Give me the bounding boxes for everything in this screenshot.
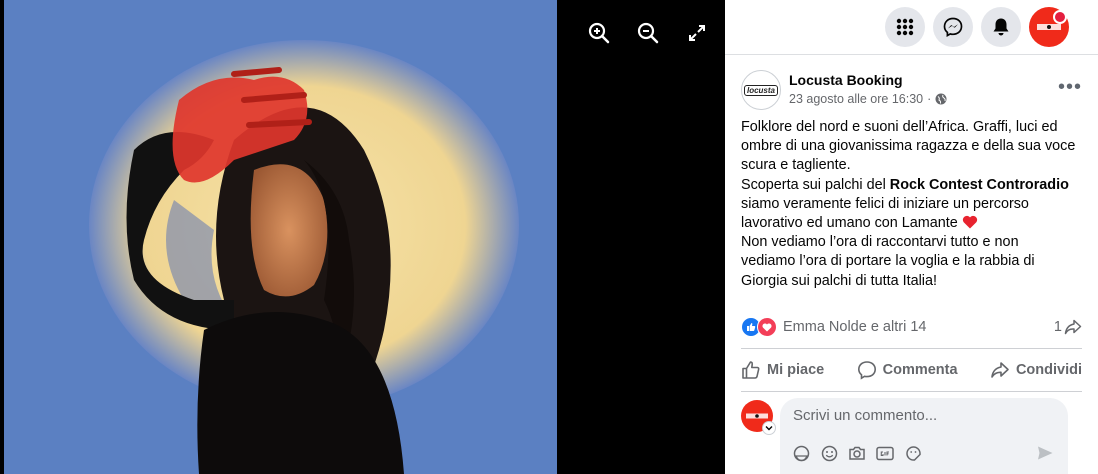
red-heart-emoji-icon xyxy=(962,215,977,229)
share-button[interactable]: Condividi xyxy=(990,360,1082,380)
share-count-value: 1 xyxy=(1053,319,1062,335)
fullscreen-icon[interactable] xyxy=(684,20,710,46)
comment-composer xyxy=(780,398,1068,474)
send-icon[interactable] xyxy=(1036,445,1054,466)
comment-bubble-icon xyxy=(857,361,876,380)
reaction-names[interactable]: Emma Nolde e altri 14 xyxy=(783,319,926,335)
top-bar xyxy=(725,0,1098,55)
page-avatar[interactable]: locusta xyxy=(741,70,781,110)
reactions-bar: Emma Nolde e altri 14 1 xyxy=(741,316,1082,338)
gif-icon[interactable] xyxy=(876,444,894,462)
post-meta: 23 agosto alle ore 16:30 · xyxy=(789,92,947,106)
zoom-out-icon[interactable] xyxy=(635,20,661,46)
post-side-panel: locusta Locusta Booking 23 agosto alle o… xyxy=(725,0,1098,474)
post-text: Folklore del nord e suoni dell’Africa. G… xyxy=(741,118,1076,291)
emoji-icon[interactable] xyxy=(820,444,838,462)
photo-viewer xyxy=(0,0,725,474)
love-reaction-icon xyxy=(757,317,777,337)
post-text-part: siamo veramente felici di iniziare un pe… xyxy=(741,195,1029,232)
reaction-icons[interactable] xyxy=(741,317,777,337)
comment-button-label: Commenta xyxy=(882,362,958,378)
photo-illustration xyxy=(4,0,557,474)
post-header: locusta Locusta Booking 23 agosto alle o… xyxy=(741,70,1082,112)
chevron-down-icon[interactable] xyxy=(762,421,776,435)
share-count[interactable]: 1 xyxy=(1054,319,1082,335)
account-avatar[interactable] xyxy=(1029,7,1069,47)
comment-tools xyxy=(792,444,922,462)
post-timestamp[interactable]: 23 agosto alle ore 16:30 xyxy=(789,92,923,106)
camera-icon[interactable] xyxy=(848,444,866,462)
comment-input[interactable] xyxy=(791,406,1045,425)
post-text-part: Scoperta sui palchi del xyxy=(741,176,890,193)
meta-separator: · xyxy=(927,92,932,106)
post-photo[interactable] xyxy=(4,0,557,474)
menu-grid-icon[interactable] xyxy=(885,7,925,47)
zoom-in-icon[interactable] xyxy=(586,20,612,46)
post-text-paragraph-3: Non vediamo l’ora di raccontarvi tutto e… xyxy=(741,234,1035,289)
post-text-bold: Rock Contest Controradio xyxy=(889,176,1069,193)
more-options-icon[interactable]: ••• xyxy=(1058,76,1082,99)
like-button[interactable]: Mi piace xyxy=(741,360,824,380)
commenter-avatar[interactable] xyxy=(741,400,776,435)
share-icon xyxy=(991,362,1009,378)
notification-badge xyxy=(1053,10,1067,24)
thumbs-up-icon xyxy=(742,361,760,379)
page-logo-text: locusta xyxy=(743,84,778,96)
page-name[interactable]: Locusta Booking xyxy=(789,72,903,88)
share-button-label: Condividi xyxy=(1015,362,1082,378)
globe-icon xyxy=(935,93,947,105)
avatar-sticker-icon[interactable] xyxy=(792,444,810,462)
like-button-label: Mi piace xyxy=(767,362,825,378)
comment-button[interactable]: Commenta xyxy=(857,360,958,380)
share-arrow-icon xyxy=(1064,319,1082,335)
post-text-paragraph-1: Folklore del nord e suoni dell’Africa. G… xyxy=(741,119,1076,174)
sticker-icon[interactable] xyxy=(904,444,922,462)
messenger-icon[interactable] xyxy=(933,7,973,47)
notifications-bell-icon[interactable] xyxy=(981,7,1021,47)
post-actions: Mi piace Commenta Condividi xyxy=(741,348,1082,392)
post-text-paragraph-2: Scoperta sui palchi del Rock Contest Con… xyxy=(741,176,1076,234)
